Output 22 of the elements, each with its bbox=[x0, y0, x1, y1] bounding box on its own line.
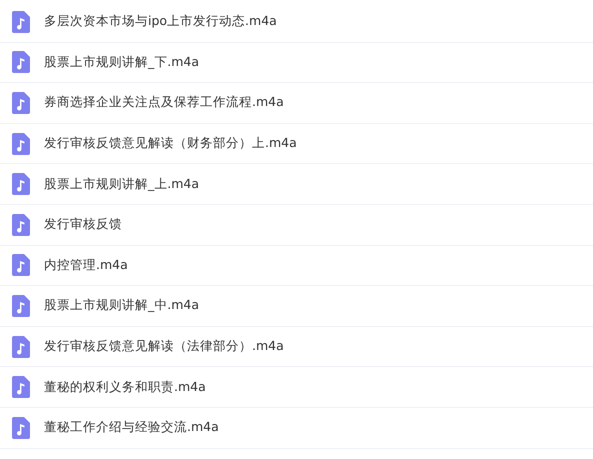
audio-file-icon bbox=[12, 376, 30, 398]
file-name[interactable]: 股票上市规则讲解_上.m4a bbox=[44, 176, 200, 193]
audio-file-icon bbox=[12, 336, 30, 358]
audio-file-icon bbox=[12, 51, 30, 74]
audio-file-icon bbox=[12, 214, 30, 236]
file-name[interactable]: 发行审核反馈 bbox=[44, 216, 122, 234]
file-name[interactable]: 多层次资本市场与ipo上市发行动态.m4a bbox=[44, 13, 277, 30]
file-name[interactable]: 董秘的权利义务和职责.m4a bbox=[44, 378, 206, 396]
audio-file-icon bbox=[12, 416, 30, 439]
file-name[interactable]: 股票上市规则讲解_下.m4a bbox=[44, 54, 200, 71]
file-name[interactable]: 内控管理.m4a bbox=[44, 256, 128, 274]
file-name[interactable]: 发行审核反馈意见解读（法律部分）.m4a bbox=[44, 338, 284, 356]
audio-file-icon bbox=[12, 132, 30, 155]
file-name[interactable]: 券商选择企业关注点及保荐工作流程.m4a bbox=[44, 94, 284, 112]
audio-file-icon bbox=[12, 173, 30, 196]
audio-file-icon bbox=[12, 294, 30, 317]
file-name[interactable]: 发行审核反馈意见解读（财务部分）上.m4a bbox=[44, 135, 297, 152]
file-name[interactable]: 股票上市规则讲解_中.m4a bbox=[44, 297, 200, 314]
file-name[interactable]: 董秘工作介绍与经验交流.m4a bbox=[44, 419, 219, 436]
audio-file-icon bbox=[12, 92, 30, 114]
audio-file-icon bbox=[12, 10, 30, 33]
audio-file-icon bbox=[12, 254, 30, 276]
